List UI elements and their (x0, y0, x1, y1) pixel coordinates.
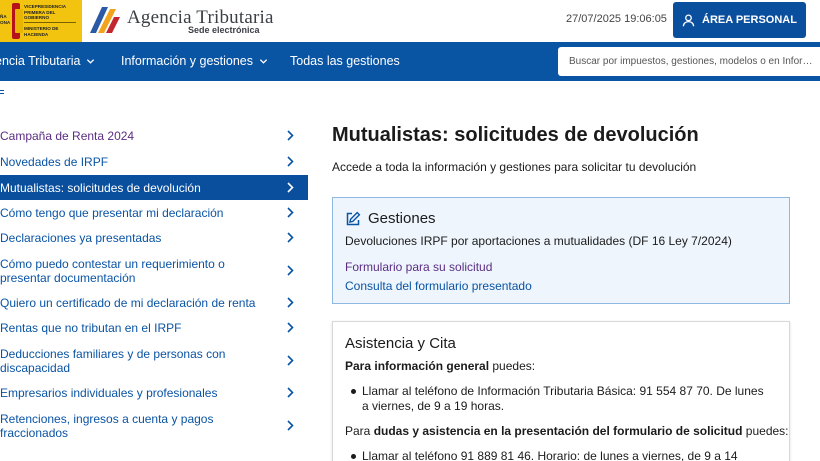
chevron-right-icon (287, 296, 294, 308)
nav-item-label: encia Tributaria (0, 54, 81, 68)
bullet-point (351, 389, 356, 394)
sidebar-item-requerimiento[interactable]: Cómo puedo contestar un requerimiento o … (0, 251, 308, 290)
gestiones-title: Gestiones (368, 210, 436, 227)
asistencia-panel: Asistencia y Cita Para información gener… (332, 321, 790, 461)
agencia-tributaria-logo-icon[interactable] (88, 5, 122, 35)
main-navigation: encia Tributaria Información y gestiones… (0, 42, 820, 81)
general-info-bold: Para información general (345, 359, 490, 373)
chevron-right-icon (287, 130, 294, 141)
nav-agencia-tributaria[interactable]: encia Tributaria (0, 54, 95, 68)
sidebar-item-label: Quiero un certificado de mi declaración … (0, 295, 256, 310)
sidebar-item-deducciones[interactable]: Deducciones familiares y de personas con… (0, 341, 308, 380)
nav-item-label: Todas las gestiones (290, 54, 400, 68)
sidebar-item-label: Empresarios individuales y profesionales (0, 386, 218, 400)
chevron-right-icon (287, 232, 294, 243)
sidebar-item-campana-renta[interactable]: Campaña de Renta 2024 (0, 123, 308, 149)
general-info-text: Para información general puedes: (345, 359, 535, 373)
page-title: Mutualistas: solicitudes de devolución (332, 124, 699, 146)
chevron-right-icon (287, 387, 294, 398)
sidebar-item-label: Declaraciones ya presentadas (0, 231, 162, 245)
personal-area-button[interactable]: ÁREA PERSONAL (673, 2, 806, 38)
chevron-right-icon (287, 322, 294, 333)
nav-todas-gestiones[interactable]: Todas las gestiones (290, 54, 400, 68)
gestiones-panel: Gestiones Devoluciones IRPF por aportaci… (332, 197, 790, 304)
sidebar-item-mutualistas[interactable]: Mutualistas: solicitudes de devolución (0, 175, 308, 200)
sidebar-item-rentas-no-tributan[interactable]: Rentas que no tributan en el IRPF (0, 315, 308, 341)
chevron-right-icon (287, 206, 294, 218)
nav-informacion-gestiones[interactable]: Información y gestiones (121, 54, 268, 68)
coat-of-arms-icon (12, 3, 23, 39)
sidebar-item-label: Cómo puedo contestar un requerimiento o … (0, 256, 225, 285)
personal-area-label: ÁREA PERSONAL (702, 14, 797, 26)
sidebar-item-label: Mutualistas: solicitudes de devolución (0, 180, 201, 195)
dudas-post: puedes: (742, 424, 789, 438)
general-info-rest: puedes: (489, 359, 536, 373)
government-logo[interactable]: ÑA ONA VICEPRESIDENCIA PRIMERA DEL GOBIE… (0, 0, 82, 42)
consulta-formulario-link[interactable]: Consulta del formulario presentado (345, 279, 532, 293)
sidebar-item-label: Rentas que no tributan en el IRPF (0, 321, 182, 335)
sidebar-item-label: Retenciones, ingresos a cuenta y pagos f… (0, 412, 214, 440)
sidebar-item-declaraciones-presentadas[interactable]: Declaraciones ya presentadas (0, 225, 308, 251)
search-placeholder: Buscar por impuestos, gestiones, modelos… (569, 56, 813, 67)
site-header: ÑA ONA VICEPRESIDENCIA PRIMERA DEL GOBIE… (0, 0, 820, 42)
gov-vicepresidency-text: VICEPRESIDENCIA PRIMERA DEL GOBIERNO (24, 4, 66, 21)
gestiones-description: Devoluciones IRPF por aportaciones a mut… (345, 234, 732, 248)
sidebar-item-retenciones[interactable]: Retenciones, ingresos a cuenta y pagos f… (0, 406, 308, 446)
chevron-down-icon (87, 58, 95, 64)
nav-item-label: Información y gestiones (121, 54, 254, 68)
gestiones-header: Gestiones (345, 210, 436, 227)
chevron-right-icon (287, 420, 294, 431)
chevron-right-icon (287, 354, 294, 366)
sidebar-item-novedades-irpf[interactable]: Novedades de IRPF (0, 149, 308, 175)
chevron-right-icon (287, 264, 294, 276)
search-input[interactable]: Buscar por impuestos, gestiones, modelos… (558, 47, 820, 76)
gov-ministry-text: MINISTERIO DE HACIENDA (24, 26, 59, 37)
chevron-down-icon (259, 58, 268, 64)
sidebar-item-label: Cómo tengo que presentar mi declaración (0, 205, 224, 220)
formulario-solicitud-link[interactable]: Formulario para su solicitud (345, 260, 492, 274)
bullet-point (351, 454, 356, 459)
phone-info-basica: Llamar al teléfono de Información Tribut… (362, 384, 764, 413)
sidebar-item-label: Campaña de Renta 2024 (0, 129, 135, 143)
gov-left-text-2: ONA (0, 20, 11, 25)
chevron-right-icon (287, 181, 294, 193)
chevron-right-icon (287, 156, 294, 167)
asistencia-title: Asistencia y Cita (345, 335, 456, 352)
sidebar-item-empresarios[interactable]: Empresarios individuales y profesionales (0, 380, 308, 406)
sidebar-item-como-presentar[interactable]: Cómo tengo que presentar mi declaración (0, 200, 308, 225)
current-datetime: 27/07/2025 19:06:05 (566, 13, 667, 25)
dudas-pre: Para (345, 424, 374, 438)
sidebar-item-label: Novedades de IRPF (0, 155, 109, 169)
gov-divider (24, 22, 76, 23)
gov-left-text: ÑA (0, 14, 7, 19)
dudas-bold: dudas y asistencia en la presentación de… (373, 424, 743, 438)
breadcrumb-marker-2 (0, 93, 4, 94)
user-icon (682, 13, 695, 26)
dudas-text: Para dudas y asistencia en la presentaci… (345, 424, 789, 438)
brand-subtitle: Sede electrónica (188, 25, 260, 35)
page-lead: Accede a toda la información y gestiones… (332, 160, 697, 174)
phone-formulario: Llamar al teléfono 91 889 81 46. Horario… (362, 449, 738, 461)
sidebar-menu: Campaña de Renta 2024 Novedades de IRPF … (0, 123, 308, 446)
breadcrumb-marker (0, 90, 4, 91)
sidebar-item-certificado[interactable]: Quiero un certificado de mi declaración … (0, 290, 308, 315)
edit-icon (346, 211, 361, 225)
sidebar-item-label: Deducciones familiares y de personas con… (0, 346, 226, 375)
